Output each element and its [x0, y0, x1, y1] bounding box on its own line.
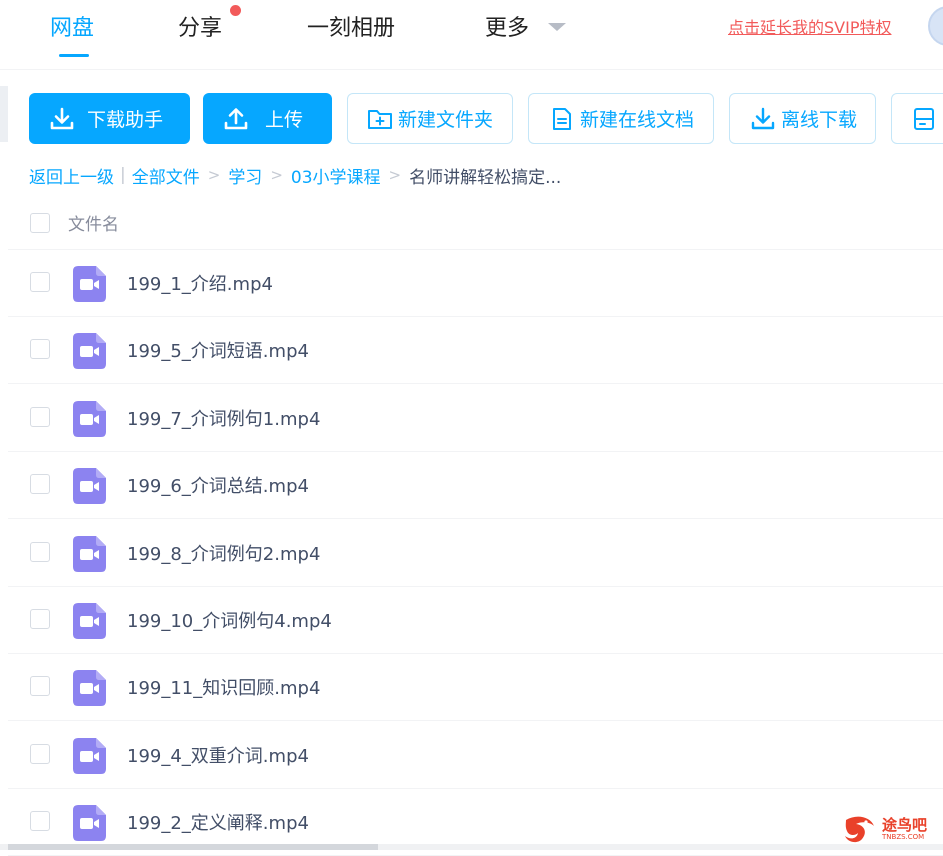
watermark-subtext: TNBZS.COM — [882, 833, 925, 841]
video-icon — [73, 266, 106, 302]
download-icon — [751, 107, 775, 129]
notification-dot — [230, 5, 241, 16]
row-checkbox[interactable] — [30, 676, 50, 697]
file-name[interactable]: 199_1_介绍.mp4 — [127, 270, 273, 296]
upload-label: 上传 — [265, 109, 304, 131]
video-icon — [73, 400, 106, 437]
tab-netdisk[interactable]: 网盘 — [50, 10, 94, 42]
breadcrumb-all-files[interactable]: 全部文件 — [132, 163, 200, 188]
upload-button[interactable]: 上传 — [203, 93, 332, 144]
file-row[interactable]: 199_11_知识回顾.mp4 — [8, 654, 943, 722]
tab-share[interactable]: 分享 — [178, 10, 222, 42]
chevron-right-icon: > — [388, 166, 402, 184]
new-online-doc-button[interactable]: 新建在线文档 — [528, 93, 714, 144]
watermark: 途鸟吧 TNBZS.COM — [840, 812, 940, 846]
upload-icon — [224, 107, 248, 129]
svip-renew-link[interactable]: 点击延长我的SVIP特权 — [728, 14, 891, 38]
video-icon — [73, 670, 106, 707]
file-row[interactable]: 199_7_介词例句1.mp4 — [8, 385, 943, 452]
column-header-filename[interactable]: 文件名 — [68, 210, 119, 235]
file-name[interactable]: 199_5_介词短语.mp4 — [127, 337, 309, 363]
file-row[interactable]: 199_1_介绍.mp4 — [8, 250, 943, 317]
file-list-header: 文件名 — [8, 196, 943, 250]
file-name[interactable]: 199_4_双重介词.mp4 — [127, 742, 309, 768]
tab-album[interactable]: 一刻相册 — [307, 10, 395, 42]
breadcrumb-course[interactable]: 03小学课程 — [291, 163, 381, 188]
new-folder-button[interactable]: 新建文件夹 — [347, 93, 513, 144]
offline-download-button[interactable]: 离线下载 — [729, 93, 876, 144]
breadcrumb-study[interactable]: 学习 — [228, 163, 262, 188]
new-folder-icon — [368, 109, 392, 129]
video-icon — [73, 603, 106, 639]
video-icon — [73, 805, 106, 842]
video-icon — [73, 535, 106, 572]
row-checkbox[interactable] — [30, 811, 50, 832]
top-nav: 网盘 分享 一刻相册 更多 点击延长我的SVIP特权 — [0, 0, 943, 70]
chevron-right-icon: > — [270, 166, 283, 184]
document-icon — [553, 107, 571, 130]
video-icon — [73, 333, 106, 370]
sidebar-edge — [0, 86, 8, 142]
file-name[interactable]: 199_6_介词总结.mp4 — [127, 472, 309, 498]
avatar[interactable] — [928, 6, 943, 46]
file-row[interactable]: 199_8_介词例句2.mp4 — [8, 520, 943, 587]
tab-more[interactable]: 更多 — [485, 10, 529, 42]
chevron-right-icon: > — [207, 166, 221, 184]
row-checkbox[interactable] — [30, 743, 50, 764]
file-name[interactable]: 199_8_介词例句2.mp4 — [127, 540, 320, 566]
breadcrumb-current: 名师讲解轻松搞定... — [409, 167, 562, 188]
row-checkbox[interactable] — [30, 609, 50, 629]
video-icon — [73, 468, 106, 505]
chevron-down-icon[interactable] — [548, 23, 566, 31]
download-helper-button[interactable]: 下载助手 — [29, 93, 190, 144]
download-helper-label: 下载助手 — [87, 109, 164, 131]
row-checkbox[interactable] — [30, 541, 50, 562]
file-name[interactable]: 199_11_知识回顾.mp4 — [127, 674, 320, 700]
row-checkbox[interactable] — [30, 406, 50, 427]
file-row[interactable]: 199_6_介词总结.mp4 — [8, 452, 943, 520]
row-checkbox[interactable] — [30, 339, 50, 360]
file-name[interactable]: 199_10_介词例句4.mp4 — [127, 607, 332, 633]
breadcrumb: 返回上一级 | 全部文件 > 学习 > 03小学课程 > 名师讲解轻松搞定... — [29, 163, 562, 188]
file-row[interactable]: 199_10_介词例句4.mp4 — [8, 587, 943, 654]
bird-logo-icon — [845, 816, 874, 843]
more-tools-button[interactable] — [891, 93, 943, 144]
video-icon — [73, 737, 106, 774]
breadcrumb-divider: | — [120, 165, 126, 185]
offline-download-label: 离线下载 — [781, 109, 858, 131]
download-icon — [50, 107, 74, 129]
file-name[interactable]: 199_2_定义阐释.mp4 — [127, 809, 309, 835]
horizontal-scrollbar-thumb[interactable] — [8, 844, 378, 850]
storage-icon — [914, 107, 934, 130]
file-row[interactable]: 199_4_双重介词.mp4 — [8, 722, 943, 789]
file-row[interactable]: 199_5_介词短语.mp4 — [8, 317, 943, 385]
breadcrumb-back[interactable]: 返回上一级 — [29, 163, 114, 188]
watermark-text: 途鸟吧 — [882, 816, 928, 834]
new-online-doc-label: 新建在线文档 — [580, 109, 695, 131]
active-tab-underline — [59, 54, 89, 57]
select-all-checkbox[interactable] — [30, 213, 50, 233]
file-name[interactable]: 199_7_介词例句1.mp4 — [127, 405, 320, 431]
row-checkbox[interactable] — [30, 474, 50, 495]
new-folder-label: 新建文件夹 — [398, 109, 494, 131]
row-checkbox[interactable] — [30, 272, 50, 292]
